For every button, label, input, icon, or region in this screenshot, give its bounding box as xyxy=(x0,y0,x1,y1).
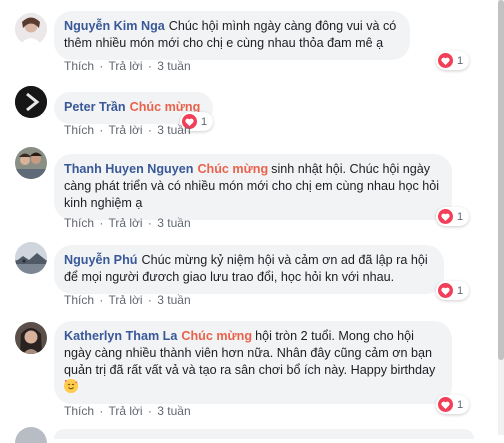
like-link[interactable]: Thích xyxy=(64,293,94,307)
reply-link[interactable]: Trả lời xyxy=(108,123,142,137)
separator: · xyxy=(99,404,104,418)
avatar-dark-icon xyxy=(15,86,47,118)
reaction-count: 1 xyxy=(457,398,464,411)
comment-bubble: Nguyễn Phú Chúc mừng kỷ niệm hội và cảm ơ… xyxy=(54,245,444,294)
comment-actions: Thích · Trả lời · 3 tuần xyxy=(64,293,191,307)
like-link[interactable]: Thích xyxy=(64,404,94,418)
heart-icon xyxy=(438,209,453,224)
comment-bubble: Nguyễn Kim Nga Chúc hội mình ngày càng đô… xyxy=(54,11,410,60)
comment-time[interactable]: 3 tuần xyxy=(157,293,190,307)
separator: · xyxy=(99,216,104,230)
separator: · xyxy=(99,59,104,73)
reply-link[interactable]: Trả lời xyxy=(108,404,142,418)
reply-link[interactable]: Trả lời xyxy=(108,216,142,230)
heart-icon xyxy=(438,53,453,68)
comment-author[interactable]: Thanh Huyen Nguyen xyxy=(64,162,193,176)
reaction-count: 1 xyxy=(457,284,464,297)
comment-time[interactable]: 3 tuần xyxy=(157,123,190,137)
comment-actions: Thích · Trả lời · 3 tuần xyxy=(64,123,191,137)
separator: · xyxy=(147,404,152,418)
comment-time[interactable]: 3 tuần xyxy=(157,216,190,230)
comment-time[interactable]: 3 tuần xyxy=(157,404,190,418)
comment-bubble: Katherlyn Tham La Chúc mừng hội tròn 2 tuổ… xyxy=(54,321,452,404)
comment-author[interactable]: Nguyễn Phú xyxy=(64,253,137,267)
heart-icon xyxy=(438,283,453,298)
comment-time[interactable]: 3 tuần xyxy=(157,59,190,73)
avatar[interactable] xyxy=(15,147,47,179)
comment-tag[interactable]: Chúc mừng xyxy=(197,162,268,176)
like-link[interactable]: Thích xyxy=(64,59,94,73)
reaction-count: 1 xyxy=(457,54,464,67)
comment-author[interactable]: Nguyễn Kim Nga xyxy=(64,19,165,33)
avatar-group-photo-icon xyxy=(15,147,47,179)
comment-author[interactable]: Peter Trần xyxy=(64,100,126,114)
heart-icon xyxy=(438,397,453,412)
avatar-woman-portrait-icon xyxy=(15,322,47,354)
reply-link[interactable]: Trả lời xyxy=(108,59,142,73)
reaction-badge[interactable]: 1 xyxy=(436,51,470,70)
separator: · xyxy=(147,293,152,307)
comment-actions: Thích · Trả lời · 3 tuần xyxy=(64,404,191,418)
like-link[interactable]: Thích xyxy=(64,216,94,230)
scrollbar-thumb[interactable] xyxy=(498,0,504,360)
avatar[interactable] xyxy=(15,242,47,274)
separator: · xyxy=(147,123,152,137)
avatar-woman-light-icon xyxy=(15,13,47,45)
avatar[interactable] xyxy=(15,322,47,354)
reaction-badge[interactable]: 1 xyxy=(436,207,470,226)
avatar-landscape-icon xyxy=(15,242,47,274)
comment-bubble xyxy=(54,429,474,439)
scrollbar-track[interactable] xyxy=(498,0,504,435)
reply-link[interactable]: Trả lời xyxy=(108,293,142,307)
avatar[interactable] xyxy=(15,427,47,443)
reaction-badge[interactable]: 1 xyxy=(436,395,470,414)
comment-actions: Thích · Trả lời · 3 tuần xyxy=(64,216,191,230)
reaction-count: 1 xyxy=(457,210,464,223)
separator: · xyxy=(99,293,104,307)
comment-tag[interactable]: Chúc mừng xyxy=(181,329,252,343)
comment-author[interactable]: Katherlyn Tham La xyxy=(64,329,177,343)
like-link[interactable]: Thích xyxy=(64,123,94,137)
avatar[interactable] xyxy=(15,13,47,45)
avatar[interactable] xyxy=(15,86,47,118)
comment-actions: Thích · Trả lời · 3 tuần xyxy=(64,59,191,73)
comment-bubble: Thanh Huyen Nguyen Chúc mừng sinh nhật hội… xyxy=(54,154,452,220)
separator: · xyxy=(147,59,152,73)
separator: · xyxy=(99,123,104,137)
smiling-face-hearts-icon xyxy=(64,379,78,393)
reaction-badge[interactable]: 1 xyxy=(436,281,470,300)
separator: · xyxy=(147,216,152,230)
reaction-count: 1 xyxy=(201,115,208,128)
